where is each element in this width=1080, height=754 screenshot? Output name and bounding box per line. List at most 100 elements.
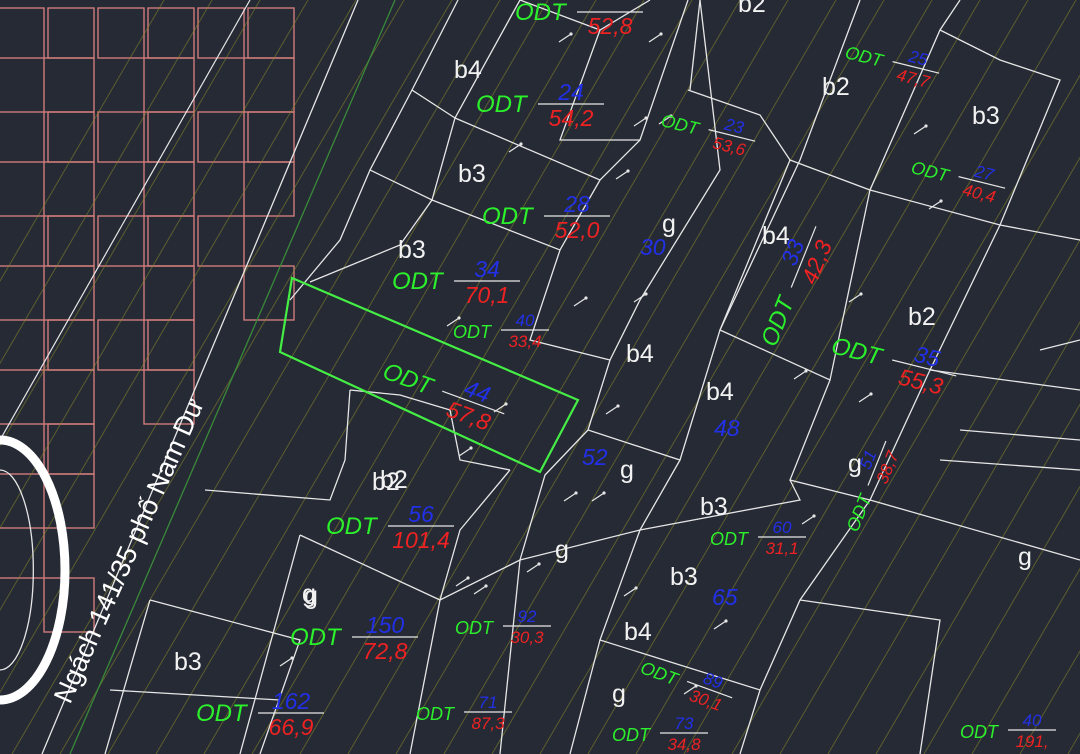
zone-label: b2	[908, 303, 936, 331]
map-canvas[interactable]: Ngách 141/35 phố Nam Dư ODT 52,8ODT 2454,2…	[0, 0, 1080, 754]
parcel-label-28[interactable]: ODT 2852,0	[482, 191, 610, 243]
arrow-icon	[473, 584, 488, 595]
parcel-area: 30,3	[510, 628, 544, 647]
arrow-icon	[913, 124, 928, 135]
parcel-area: 54,2	[549, 105, 594, 131]
land-code: ODT	[453, 322, 493, 342]
parcel-area: 191,	[1015, 732, 1048, 751]
land-code: ODT	[515, 0, 568, 26]
building-block	[47, 423, 95, 475]
zone-label: g	[304, 582, 318, 610]
arrow-icon	[713, 619, 728, 630]
zone-label: g	[662, 210, 676, 238]
zone-label: b2	[380, 466, 408, 494]
parcel-number: 34	[474, 256, 500, 282]
land-code: ODT	[476, 91, 529, 118]
building-block	[0, 319, 95, 425]
hatch-line	[395, 0, 837, 754]
parcel-label-60[interactable]: ODT 60 31,1	[710, 518, 806, 558]
parcel-label-24[interactable]: ODT 2454,2	[476, 79, 604, 131]
zone-label: b4	[624, 618, 652, 646]
building-block	[47, 111, 95, 163]
building-block	[47, 319, 95, 371]
arrow-icon	[801, 514, 816, 525]
zone-label: b4	[706, 378, 734, 406]
zone-label: b3	[972, 102, 1000, 130]
land-code: ODT	[196, 700, 249, 727]
arrow-icon	[793, 369, 808, 380]
parcel-label-35[interactable]: ODT 3555,3	[825, 321, 962, 402]
hatch-line	[0, 0, 261, 447]
parcel-number: 92	[518, 607, 537, 626]
land-code: ODT	[455, 618, 495, 638]
building-block	[0, 215, 95, 321]
hatch-line	[0, 0, 213, 365]
parcel-area: 34,8	[667, 735, 701, 754]
cadastral-map[interactable]: Ngách 141/35 phố Nam Dư ODT 52,8 ODT 24 54,2…	[0, 0, 1080, 754]
hatch-line	[0, 0, 405, 694]
parcel-label-x[interactable]: ODT 52,8	[515, 0, 643, 39]
building-block	[147, 111, 195, 163]
parcel-label-92[interactable]: ODT 92 30,3	[455, 607, 551, 647]
arrow-icon	[458, 446, 473, 457]
parcel-area: 52,8	[588, 13, 633, 39]
parcel-label-89[interactable]: ODT 8930,1	[635, 647, 739, 717]
parcel-number: 150	[366, 612, 405, 638]
hatch-line	[587, 0, 1029, 754]
parcel-label-25[interactable]: ODT 2547,7	[841, 32, 944, 94]
land-code: ODT	[392, 268, 445, 295]
land-code: ODT	[482, 203, 535, 230]
parcel-number: 162	[272, 688, 311, 714]
parcel-number: 40	[1023, 711, 1042, 730]
hatch-line	[635, 0, 1077, 754]
parcel-number: 71	[479, 693, 498, 712]
parcel-label-27[interactable]: ODT 2740,4	[907, 147, 1010, 209]
land-code: ODT	[710, 529, 750, 549]
hatch-line	[923, 485, 1080, 754]
arrow-icon	[455, 576, 470, 587]
zone-label: b4	[454, 56, 482, 84]
parcel-label-71[interactable]: ODT 71 87,3	[416, 693, 512, 733]
parcel-area: 31,1	[765, 539, 798, 558]
parcel-label-51[interactable]: ODT5138,7	[832, 434, 905, 538]
parcel-number: 56	[408, 501, 434, 527]
parcel-area: 55,3	[896, 364, 946, 400]
arrow-icon	[848, 292, 863, 303]
building-block	[247, 111, 295, 163]
land-code: ODT	[843, 42, 887, 71]
parcel-area: 87,3	[471, 714, 505, 733]
building-block	[0, 7, 95, 113]
parcel-number-only[interactable]: 65	[712, 584, 738, 610]
zone-label: g	[848, 450, 862, 478]
parcel-number-only[interactable]: 52	[582, 444, 608, 470]
zone-label: g	[555, 536, 569, 564]
zone-label: b3	[398, 236, 426, 264]
parcel-number: 40	[516, 311, 535, 330]
hatch-line	[683, 74, 1080, 754]
building-block	[97, 7, 195, 113]
parcel-number: 60	[773, 518, 792, 537]
parcel-label-40[interactable]: ODT 40 33,4	[453, 311, 549, 351]
building-block	[97, 215, 195, 321]
boundary-arrows	[279, 32, 943, 695]
hatch-line	[1067, 732, 1080, 754]
arrow-icon	[573, 296, 588, 307]
parcel-number-only[interactable]: 48	[714, 415, 740, 441]
parcel-area: 70,1	[465, 282, 510, 308]
arrow-icon	[526, 562, 541, 573]
parcel-area: 53,6	[711, 133, 748, 160]
arrow-icon	[858, 392, 873, 403]
parcel-area: 66,9	[269, 714, 314, 740]
zone-label: b4	[762, 222, 790, 250]
roundabout-arc	[0, 435, 70, 705]
land-code: ODT	[659, 110, 703, 139]
arrow-icon	[648, 32, 663, 43]
building-block	[0, 527, 95, 633]
parcel-label-56[interactable]: ODT 56101,4	[326, 501, 454, 553]
hatch-line	[0, 0, 309, 529]
parcel-label-73[interactable]: ODT 73 34,8	[612, 714, 708, 754]
building-block	[47, 7, 95, 59]
arrow-icon	[633, 292, 648, 303]
arrow-icon	[605, 404, 620, 415]
building-block	[97, 111, 195, 217]
